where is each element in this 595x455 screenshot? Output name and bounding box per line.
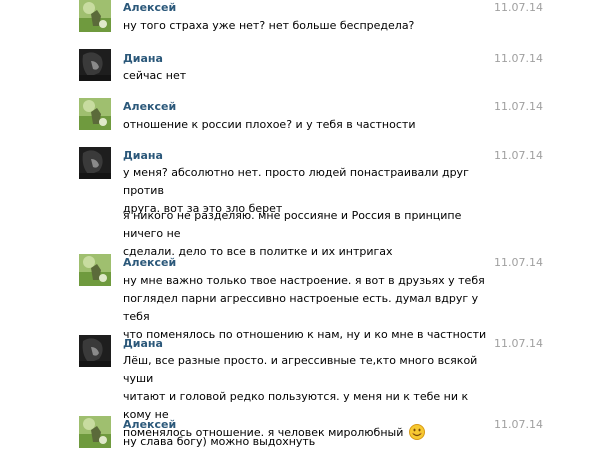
message-date[interactable]: 11.07.14	[494, 256, 543, 270]
message-line: отношение к россии плохое? и у тебя в ча…	[123, 118, 416, 131]
message-date[interactable]: 11.07.14	[494, 100, 543, 114]
message-text: ну того страха уже нет? нет больше беспр…	[123, 17, 493, 35]
message-text: ну мне важно только твое настроение. я в…	[123, 272, 493, 344]
message-line: сделали. дело то все в политке и их интр…	[123, 245, 393, 258]
avatar-alexey-icon[interactable]	[79, 416, 111, 448]
author-name[interactable]: Алексей	[123, 256, 176, 270]
author-name[interactable]: Алексей	[123, 1, 176, 15]
message-text: отношение к россии плохое? и у тебя в ча…	[123, 116, 493, 134]
message-text: ну слава богу) можно выдохнуть	[123, 433, 493, 451]
message-line: читают и головой редко пользуются. у мен…	[123, 390, 469, 421]
avatar-diana-icon[interactable]	[79, 335, 111, 367]
message-date[interactable]: 11.07.14	[494, 52, 543, 66]
message-date[interactable]: 11.07.14	[494, 337, 543, 351]
message-line: поглядел парни агрессивно настроеные ест…	[123, 292, 479, 323]
message-line: сейчас нет	[123, 69, 187, 82]
author-name[interactable]: Диана	[123, 337, 163, 351]
message-line: ну слава богу) можно выдохнуть	[123, 435, 316, 448]
message-thread: Алексей 11.07.14 ну того страха уже нет?…	[0, 0, 595, 455]
message-line: ну мне важно только твое настроение. я в…	[123, 274, 485, 287]
author-name[interactable]: Алексей	[123, 100, 176, 114]
author-name[interactable]: Диана	[123, 52, 163, 66]
avatar-diana-icon[interactable]	[79, 147, 111, 179]
message-text: сейчас нет	[123, 67, 493, 85]
message-line: что поменялось по отношению к нам, ну и …	[123, 328, 487, 341]
avatar-alexey-icon[interactable]	[79, 98, 111, 130]
message-date[interactable]: 11.07.14	[494, 1, 543, 15]
message-line: я никого не разделяю. мне россияне и Рос…	[123, 209, 462, 240]
author-name[interactable]: Алексей	[123, 418, 176, 432]
message-date[interactable]: 11.07.14	[494, 418, 543, 432]
avatar-alexey-icon[interactable]	[79, 254, 111, 286]
message-text: я никого не разделяю. мне россияне и Рос…	[123, 207, 493, 261]
author-name[interactable]: Диана	[123, 149, 163, 163]
message-date[interactable]: 11.07.14	[494, 149, 543, 163]
message-line: ну того страха уже нет? нет больше беспр…	[123, 19, 415, 32]
message-text: Лёш, все разные просто. и агрессивные те…	[123, 352, 493, 442]
message-line: у меня? абсолютно нет. просто людей пона…	[123, 166, 469, 197]
avatar-alexey-icon[interactable]	[79, 0, 111, 32]
message-line: Лёш, все разные просто. и агрессивные те…	[123, 354, 478, 385]
avatar-diana-icon[interactable]	[79, 49, 111, 81]
